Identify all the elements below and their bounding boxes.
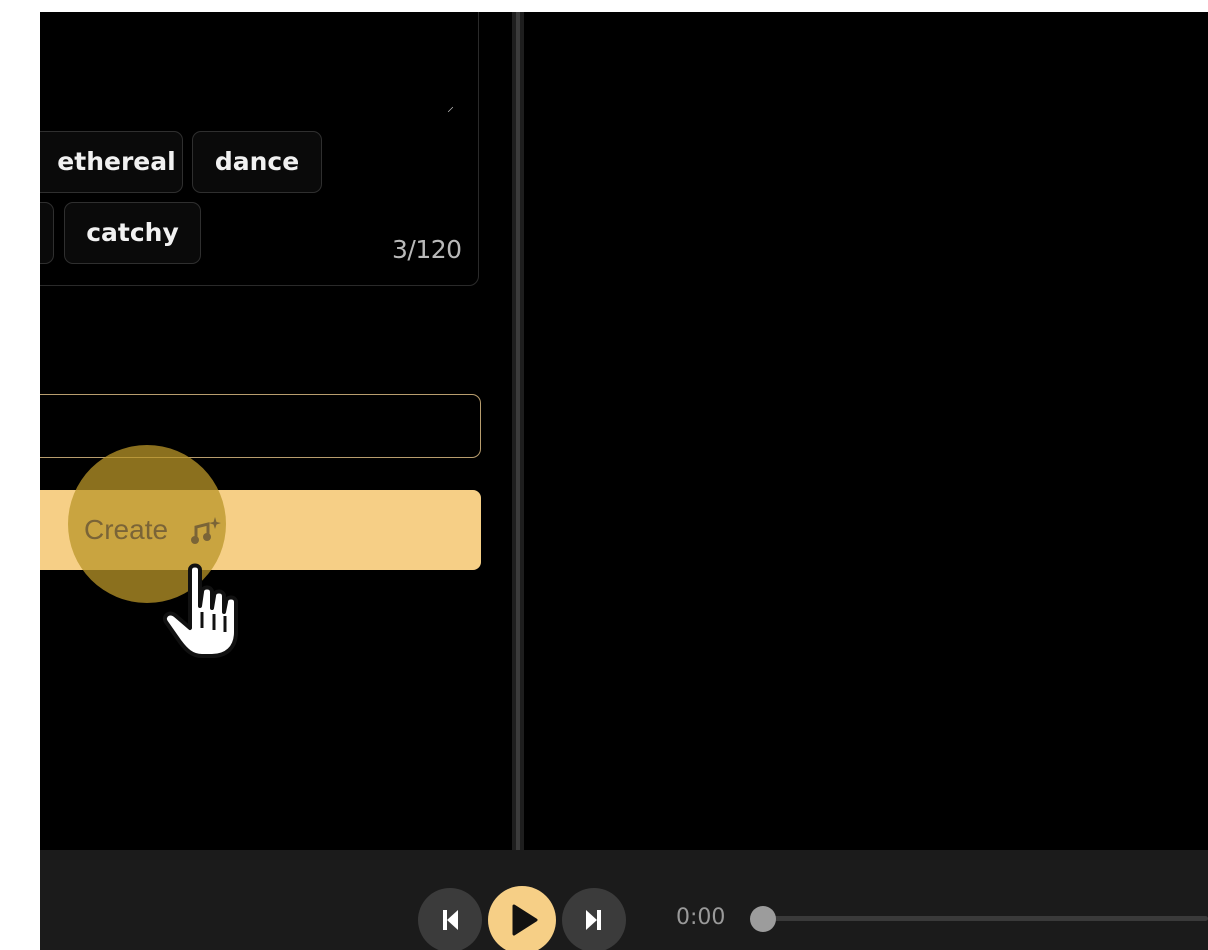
music-sparkle-icon	[191, 517, 221, 544]
tag-dance[interactable]: dance	[192, 131, 322, 193]
hand-cursor-icon	[163, 563, 238, 658]
tag-ethereal[interactable]: ethereal	[40, 131, 183, 193]
preview-panel	[524, 12, 1208, 850]
tag-catchy[interactable]: catchy	[64, 202, 201, 264]
play-button[interactable]	[488, 886, 556, 950]
create-button-label: Create	[84, 514, 169, 545]
screen-frame: ⸝ ethereal dance catchy 3/120 e Create	[0, 0, 1208, 950]
seek-bar[interactable]	[762, 916, 1208, 921]
previous-button[interactable]	[418, 888, 482, 950]
create-panel: ⸝ ethereal dance catchy 3/120 e Create	[40, 12, 512, 850]
player-bar: 0:00	[40, 850, 1208, 950]
current-time: 0:00	[676, 905, 726, 930]
skip-previous-icon	[443, 910, 458, 930]
play-icon	[512, 904, 538, 936]
char-counter: 3/120	[392, 235, 462, 264]
skip-next-icon	[586, 910, 601, 930]
panel-divider-line	[516, 12, 520, 850]
app-window: ⸝ ethereal dance catchy 3/120 e Create	[40, 12, 1208, 950]
title-input[interactable]: e	[40, 394, 481, 458]
next-button[interactable]	[562, 888, 626, 950]
seek-handle[interactable]	[750, 906, 776, 932]
resize-handle-icon[interactable]: ⸝	[447, 100, 454, 114]
tag-partial[interactable]	[40, 202, 54, 264]
